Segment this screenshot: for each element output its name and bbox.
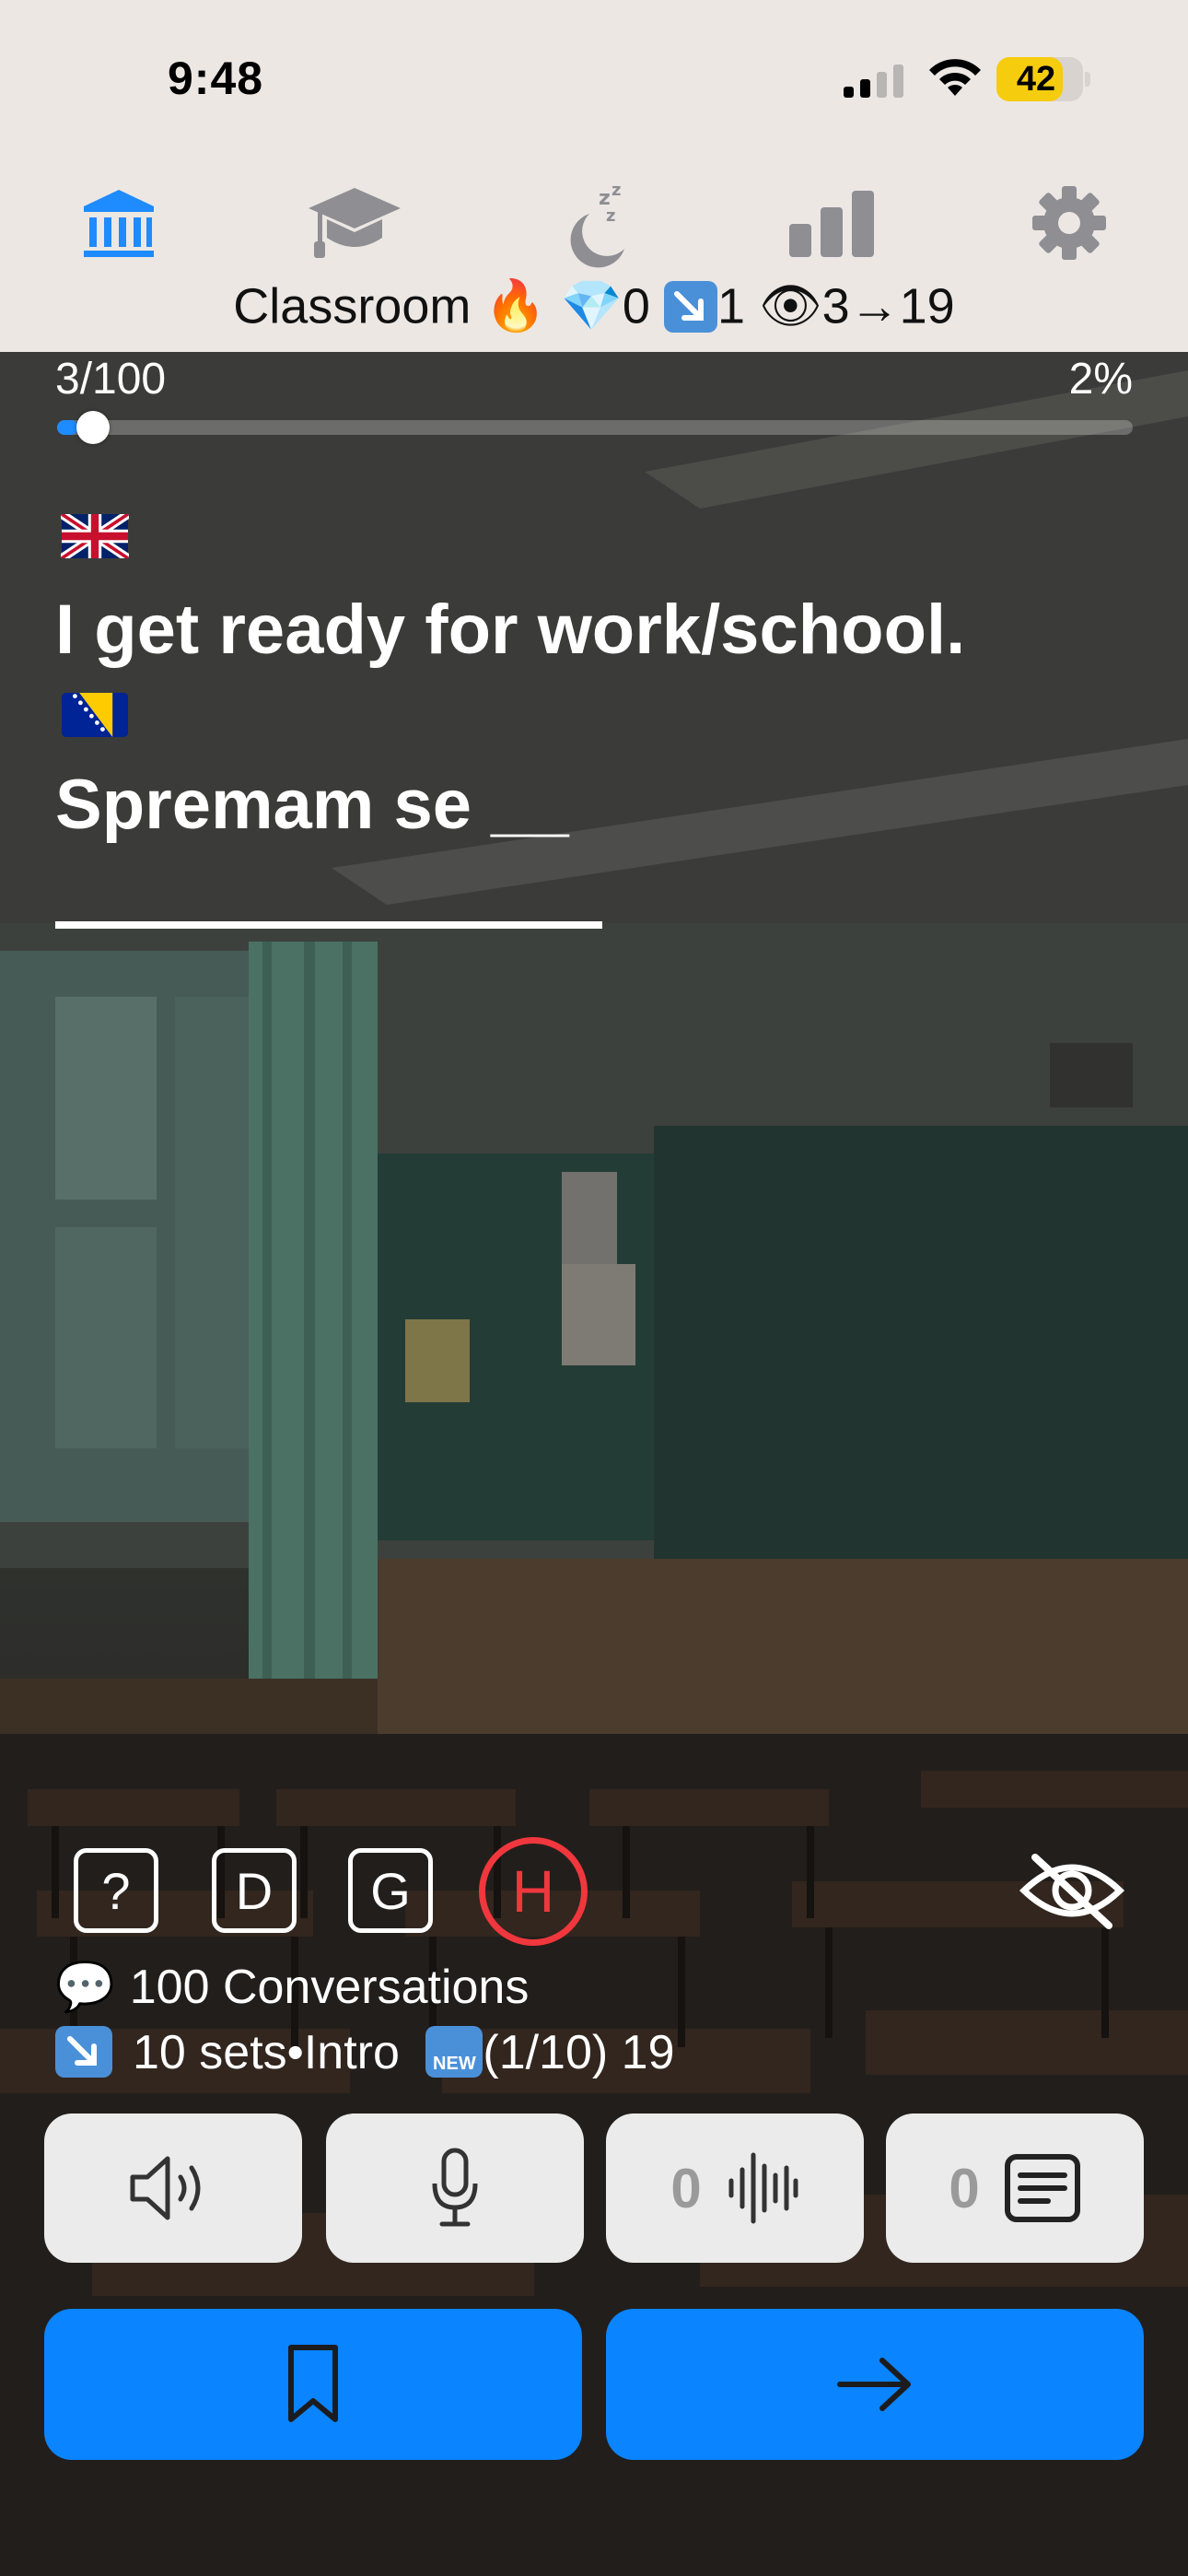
progress-bar[interactable] (57, 420, 1133, 435)
header-stats-line: Classroom 🔥 💎0 1 👁3→19 (0, 275, 1188, 335)
waveform-icon (728, 2152, 798, 2224)
transcript-button[interactable]: 0 (886, 2113, 1144, 2263)
conversations-info: 💬 100 Conversations (55, 1959, 529, 2015)
cellular-signal-icon (844, 64, 903, 98)
tab-bar: z z z (0, 177, 1188, 278)
progress-position: 3/100 (55, 355, 167, 404)
speech-bubble-icon: 💬 (55, 1961, 115, 2014)
help-hint-button[interactable]: ? (74, 1848, 158, 1933)
tab-courses[interactable] (304, 177, 405, 269)
transcript-count: 0 (949, 2157, 980, 2219)
top-bar: 9:48 42 z z z Classroom 🔥 💎0 1 👁3→19 (0, 0, 1188, 352)
eye-icon: 👁 (759, 278, 822, 334)
d-hint-button[interactable]: D (212, 1848, 297, 1933)
gear-icon (1032, 186, 1106, 260)
svg-text:z: z (611, 181, 621, 200)
gems-count: 0 (622, 278, 650, 334)
streak-icon: 🔥 (484, 278, 547, 334)
bookmark-button[interactable] (44, 2309, 582, 2460)
text-document-icon (1004, 2154, 1080, 2222)
record-button[interactable] (326, 2113, 584, 2263)
uk-flag-icon (61, 514, 129, 558)
play-audio-button[interactable] (44, 2113, 302, 2263)
battery-cap (1085, 72, 1090, 87)
battery-percent: 42 (1016, 60, 1056, 99)
status-indicators: 42 (838, 57, 1090, 103)
page-title: Classroom (233, 278, 472, 334)
progress-percent: 2% (1068, 355, 1133, 404)
next-button[interactable] (606, 2309, 1144, 2460)
new-badge: NEW (425, 2026, 483, 2078)
sets-progress: (1/10) 19 (483, 2026, 675, 2079)
sets-count: 1 (716, 278, 745, 334)
progress-fill (57, 420, 79, 435)
g-hint-button[interactable]: G (348, 1848, 433, 1933)
tab-classroom[interactable] (68, 177, 169, 269)
sets-info: 10 sets•Intro NEW (1/10) 19 (55, 2025, 675, 2081)
source-sentence: I get ready for work/school. (55, 591, 966, 669)
bosnia-flag-icon (62, 693, 128, 737)
audio-attempts-button[interactable]: 0 (606, 2113, 864, 2263)
audio-attempts-count: 0 (670, 2157, 702, 2219)
conversations-text: 100 Conversations (129, 1961, 530, 2014)
battery-indicator: 42 (996, 57, 1090, 101)
tab-sleep[interactable]: z z z (543, 177, 645, 269)
moon-zzz-icon: z z z (570, 181, 624, 268)
status-time: 9:48 (168, 53, 264, 104)
bookmark-icon (288, 2345, 338, 2422)
svg-text:z: z (606, 206, 615, 226)
gem-icon: 💎 (560, 278, 623, 334)
museum-columns-icon (84, 190, 154, 257)
sets-arrow-icon (663, 280, 717, 333)
target-prompt: Spremam se __ (55, 766, 569, 844)
microphone-icon (432, 2148, 478, 2227)
graduation-cap-icon (309, 188, 401, 258)
speaker-icon (130, 2156, 201, 2220)
view-range: 3→19 (821, 278, 955, 334)
bar-chart-icon (789, 191, 874, 257)
wifi-icon (929, 59, 981, 96)
arrow-right-icon (837, 2358, 911, 2411)
h-hint-button[interactable]: H (479, 1837, 588, 1946)
arrow-down-right-icon (55, 2026, 112, 2078)
new-badge-text: NEW (433, 2054, 476, 2075)
tab-stats[interactable] (781, 177, 882, 269)
answer-input-line[interactable] (55, 921, 602, 929)
sets-text: 10 sets•Intro (133, 2026, 400, 2079)
eye-slash-icon[interactable] (1019, 1848, 1125, 1933)
tab-settings[interactable] (1019, 177, 1120, 269)
